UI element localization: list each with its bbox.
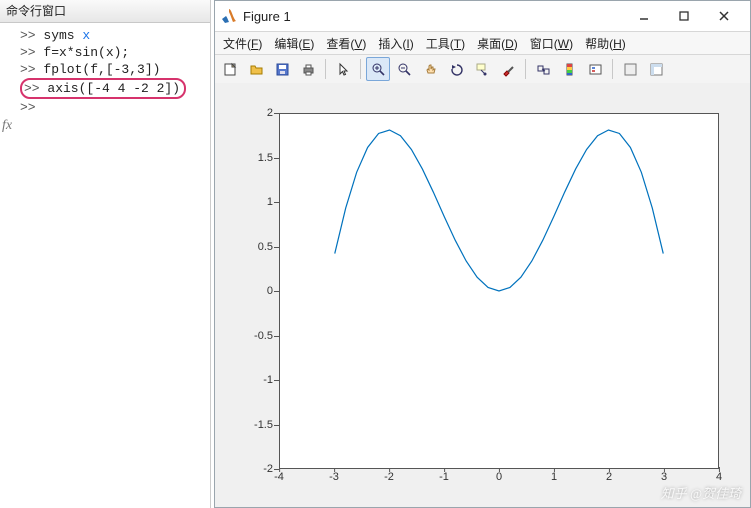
command-window-title: 命令行窗口 <box>0 0 210 23</box>
command-window: 命令行窗口 fx >> syms x>> f=x*sin(x);>> fplot… <box>0 0 211 508</box>
y-tick-label: 0.5 <box>215 241 273 253</box>
pointer-icon[interactable] <box>331 57 355 81</box>
menu-f[interactable]: 文件(F) <box>219 35 266 52</box>
link-icon[interactable] <box>531 57 555 81</box>
y-tick-label: -2 <box>215 463 273 475</box>
x-tick-label: -4 <box>274 471 284 483</box>
toolbar-separator <box>325 59 326 79</box>
figure-window: Figure 1 文件(F)编辑(E)查看(V)插入(I) 工具(T)桌面(D)窗… <box>214 0 751 508</box>
figure-title: Figure 1 <box>243 9 624 24</box>
y-tick-label: -1.5 <box>215 419 273 431</box>
menu-w[interactable]: 窗口(W) <box>526 35 577 52</box>
zoom-in-icon[interactable] <box>366 57 390 81</box>
figure-titlebar[interactable]: Figure 1 <box>215 1 750 32</box>
plot-area: -2 -1.5 -1 -0.5 0 0.5 1 1.5 2 -4 -3 -2 -1 0 1 2 3 4 <box>215 83 750 507</box>
new-figure-icon[interactable] <box>218 57 242 81</box>
menu-e[interactable]: 编辑(E) <box>270 35 318 52</box>
command-window-body[interactable]: fx >> syms x>> f=x*sin(x);>> fplot(f,[-3… <box>0 23 210 120</box>
command-line: >> f=x*sin(x); <box>20 44 206 61</box>
menu-i[interactable]: 插入(I) <box>374 35 417 52</box>
colorbar-icon[interactable] <box>557 57 581 81</box>
figure-menubar: 文件(F)编辑(E)查看(V)插入(I) 工具(T)桌面(D)窗口(W)帮助(H) <box>215 32 750 55</box>
x-tick-label: 3 <box>661 471 667 483</box>
y-tick-label: -1 <box>215 374 273 386</box>
toolbar-separator <box>360 59 361 79</box>
menu-t[interactable]: 工具(T) <box>422 35 469 52</box>
maximize-button[interactable] <box>664 2 704 30</box>
menu-v[interactable]: 查看(V) <box>322 35 370 52</box>
save-icon[interactable] <box>270 57 294 81</box>
x-tick-label: 1 <box>551 471 557 483</box>
highlighted-command: >> axis([-4 4 -2 2]) <box>20 78 186 99</box>
command-line: >> <box>20 99 206 116</box>
close-button[interactable] <box>704 2 744 30</box>
command-line: >> axis([-4 4 -2 2]) <box>20 78 206 99</box>
x-tick-label: -2 <box>384 471 394 483</box>
brush-icon[interactable] <box>496 57 520 81</box>
figure-toolbar <box>215 55 750 84</box>
hide-tools-icon[interactable] <box>618 57 642 81</box>
rotate-icon[interactable] <box>444 57 468 81</box>
x-tick-label: -1 <box>439 471 449 483</box>
toolbar-separator <box>612 59 613 79</box>
zoom-out-icon[interactable] <box>392 57 416 81</box>
show-tools-icon[interactable] <box>644 57 668 81</box>
y-tick-label: 0 <box>215 285 273 297</box>
open-icon[interactable] <box>244 57 268 81</box>
axes[interactable] <box>279 113 719 469</box>
command-line: >> fplot(f,[-3,3]) <box>20 61 206 78</box>
y-tick-label: 2 <box>215 107 273 119</box>
line-plot <box>280 114 718 468</box>
command-line: >> syms x <box>20 27 206 44</box>
legend-icon[interactable] <box>583 57 607 81</box>
y-tick-label: 1 <box>215 196 273 208</box>
x-tick-label: -3 <box>329 471 339 483</box>
y-tick-label: -0.5 <box>215 330 273 342</box>
x-tick-label: 4 <box>716 471 722 483</box>
fx-gutter-icon: fx <box>2 117 12 134</box>
x-tick-label: 2 <box>606 471 612 483</box>
menu-d[interactable]: 桌面(D) <box>473 35 522 52</box>
print-icon[interactable] <box>296 57 320 81</box>
pan-icon[interactable] <box>418 57 442 81</box>
matlab-figure-icon <box>221 8 237 24</box>
x-tick-label: 0 <box>496 471 502 483</box>
toolbar-separator <box>525 59 526 79</box>
datatip-icon[interactable] <box>470 57 494 81</box>
minimize-button[interactable] <box>624 2 664 30</box>
menu-h[interactable]: 帮助(H) <box>581 35 630 52</box>
y-tick-label: 1.5 <box>215 152 273 164</box>
